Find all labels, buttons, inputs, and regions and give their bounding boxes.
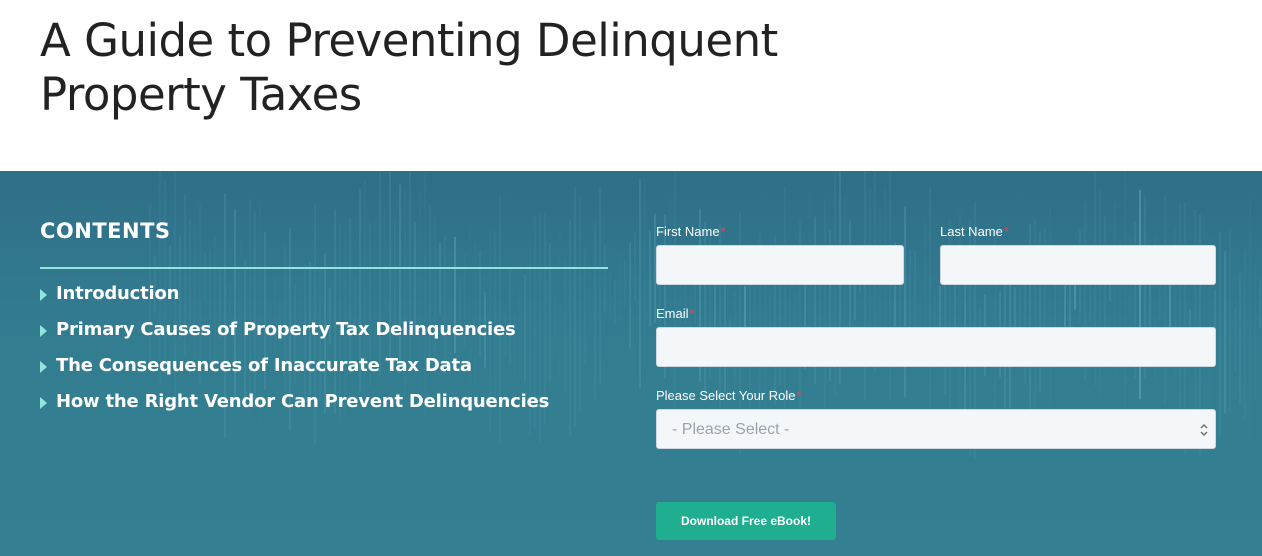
email-input[interactable]	[656, 327, 1216, 367]
last-name-input[interactable]	[940, 245, 1216, 285]
first-name-label-text: First Name	[656, 224, 720, 239]
toc-item-label: How the Right Vendor Can Prevent Delinqu…	[56, 391, 550, 412]
role-label-text: Please Select Your Role	[656, 388, 796, 403]
required-asterisk: *	[720, 224, 726, 239]
table-of-contents: Introduction Primary Causes of Property …	[40, 279, 608, 423]
email-label: Email*	[656, 306, 695, 322]
chevron-updown-icon	[1200, 423, 1208, 437]
toc-item-right-vendor[interactable]: How the Right Vendor Can Prevent Delinqu…	[40, 387, 608, 423]
toc-item-primary-causes[interactable]: Primary Causes of Property Tax Delinquen…	[40, 315, 608, 351]
triangle-right-icon	[40, 397, 47, 409]
last-name-label-text: Last Name	[940, 224, 1003, 239]
role-select[interactable]: - Please Select -	[656, 409, 1216, 449]
triangle-right-icon	[40, 289, 47, 301]
required-asterisk: *	[796, 388, 802, 403]
first-name-input[interactable]	[656, 245, 904, 285]
toc-item-label: Primary Causes of Property Tax Delinquen…	[56, 319, 516, 340]
toc-item-consequences[interactable]: The Consequences of Inaccurate Tax Data	[40, 351, 608, 387]
contents-panel: CONTENTS Introduction Primary Causes of …	[40, 215, 608, 423]
email-label-text: Email	[656, 306, 689, 321]
role-label: Please Select Your Role*	[656, 388, 802, 404]
page-title: A Guide to Preventing Delinquent Propert…	[40, 14, 778, 121]
triangle-right-icon	[40, 325, 47, 337]
contents-heading: CONTENTS	[40, 219, 171, 243]
first-name-label: First Name*	[656, 224, 726, 240]
toc-item-introduction[interactable]: Introduction	[40, 279, 608, 315]
role-select-value: - Please Select -	[672, 421, 790, 438]
last-name-label: Last Name*	[940, 224, 1009, 240]
toc-item-label: Introduction	[56, 283, 180, 304]
ebook-hero-section: CONTENTS Introduction Primary Causes of …	[0, 171, 1262, 556]
download-ebook-button[interactable]: Download Free eBook!	[656, 502, 836, 540]
required-asterisk: *	[1003, 224, 1009, 239]
toc-item-label: The Consequences of Inaccurate Tax Data	[56, 355, 472, 376]
contents-divider	[40, 267, 608, 269]
required-asterisk: *	[689, 306, 695, 321]
triangle-right-icon	[40, 361, 47, 373]
